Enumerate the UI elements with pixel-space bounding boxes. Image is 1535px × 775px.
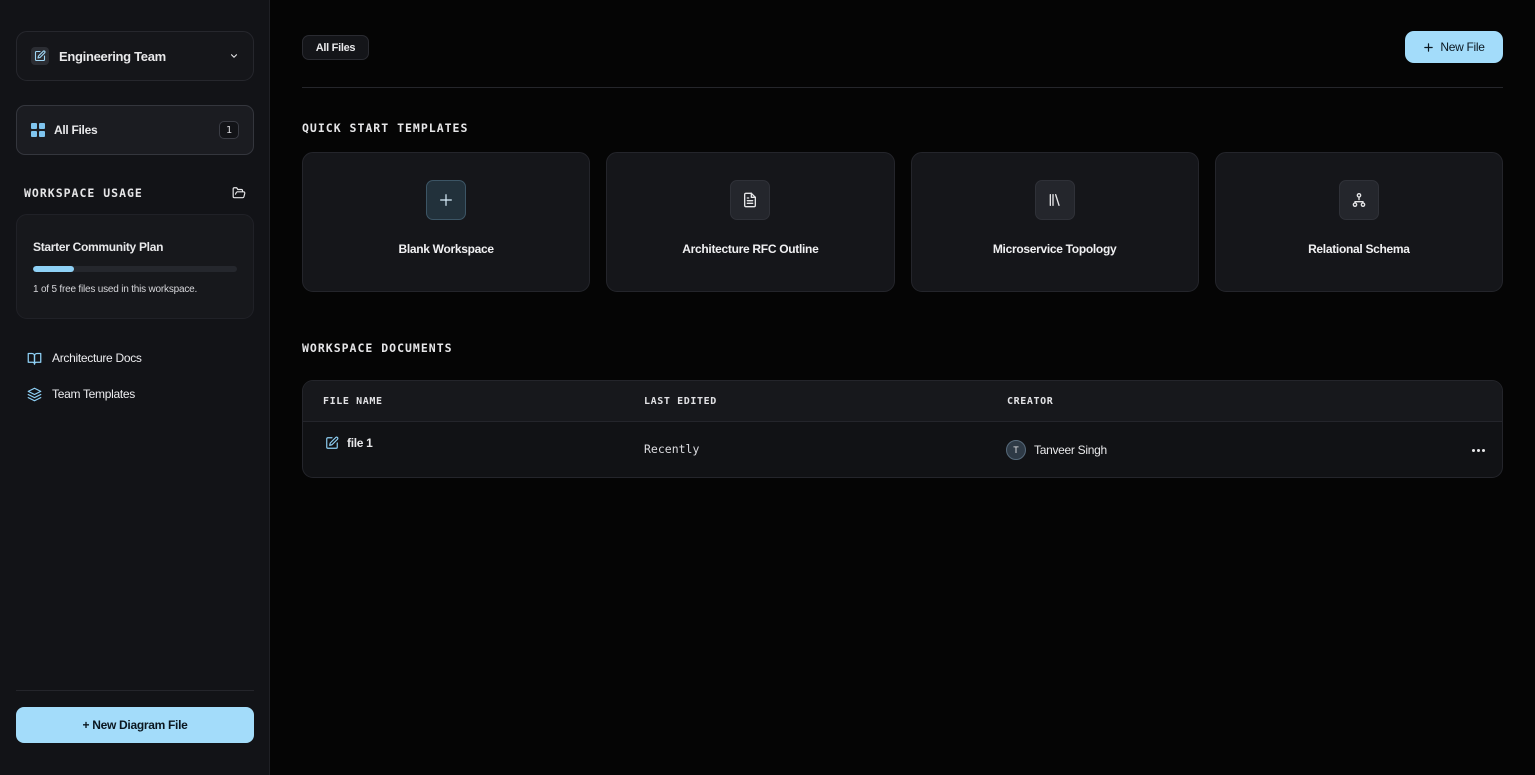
tab-all-files[interactable]: All Files — [302, 35, 369, 60]
creator-cell: T Tanveer Singh — [1006, 440, 1107, 460]
column-header-creator: CREATOR — [1007, 396, 1054, 407]
sidebar: Engineering Team All Files 1 WORKSPACE U… — [0, 0, 270, 775]
template-label: Microservice Topology — [992, 242, 1117, 256]
template-label: Relational Schema — [1308, 242, 1410, 256]
usage-progress-fill — [33, 266, 74, 272]
creator-name: Tanveer Singh — [1034, 443, 1107, 457]
file-name: file 1 — [347, 436, 373, 450]
team-switcher[interactable]: Engineering Team — [16, 31, 254, 81]
template-card-blank-workspace[interactable]: Blank Workspace — [302, 152, 591, 292]
sidebar-item-label: Team Templates — [52, 387, 135, 401]
file-name-cell[interactable]: file 1 — [325, 436, 373, 450]
usage-note: 1 of 5 free files used in this workspace… — [33, 284, 198, 295]
edit-square-icon — [31, 47, 49, 65]
sidebar-item-label: Architecture Docs — [52, 351, 142, 365]
plus-icon — [426, 180, 467, 220]
edit-file-icon — [326, 436, 339, 449]
chevron-down-icon — [230, 54, 238, 58]
template-card-architecture-rfc[interactable]: Architecture RFC Outline — [606, 152, 895, 292]
avatar: T — [1006, 440, 1026, 460]
layers-icon — [27, 387, 42, 401]
template-card-relational-schema[interactable]: Relational Schema — [1214, 152, 1503, 292]
library-icon — [1034, 180, 1075, 220]
document-icon — [730, 180, 771, 220]
new-file-button[interactable]: New File — [1405, 31, 1503, 63]
templates-section-title: QUICK START TEMPLATES — [302, 121, 469, 135]
documents-table: FILE NAME LAST EDITED CREATOR file 1 Rec… — [302, 380, 1503, 478]
plan-name: Starter Community Plan — [33, 240, 164, 254]
file-count-badge: 1 — [219, 121, 239, 139]
documents-section-title: WORKSPACE DOCUMENTS — [302, 341, 453, 355]
sidebar-item-team-templates[interactable]: Team Templates — [27, 384, 142, 404]
book-open-icon — [27, 352, 42, 365]
sidebar-item-all-files[interactable]: All Files 1 — [16, 105, 254, 155]
plan-card: Starter Community Plan 1 of 5 free files… — [16, 214, 254, 319]
team-name: Engineering Team — [59, 48, 166, 64]
grid-icon — [31, 123, 45, 137]
template-label: Architecture RFC Outline — [682, 242, 819, 256]
last-edited-cell: Recently — [644, 442, 699, 456]
sidebar-item-architecture-docs[interactable]: Architecture Docs — [27, 348, 142, 368]
table-row[interactable]: file 1 Recently T Tanveer Singh — [303, 422, 1502, 477]
network-icon — [1338, 180, 1379, 220]
divider — [16, 690, 254, 691]
divider — [302, 87, 1503, 88]
new-file-label: New File — [1440, 40, 1485, 54]
usage-progress-bar — [33, 266, 237, 272]
column-header-file-name: FILE NAME — [323, 396, 383, 407]
template-card-microservice-topology[interactable]: Microservice Topology — [910, 152, 1199, 292]
table-header: FILE NAME LAST EDITED CREATOR — [303, 381, 1502, 422]
sidebar-links: Architecture Docs Team Templates — [27, 348, 142, 420]
templates-grid: Blank Workspace Architecture RFC Outline… — [302, 152, 1503, 292]
sidebar-item-label: All Files — [54, 123, 98, 137]
workspace-usage-header: WORKSPACE USAGE — [24, 186, 246, 200]
column-header-last-edited: LAST EDITED — [644, 396, 717, 407]
workspace-usage-title: WORKSPACE USAGE — [24, 186, 143, 200]
folder-open-icon[interactable] — [232, 186, 246, 200]
plus-icon — [1424, 42, 1434, 52]
template-label: Blank Workspace — [398, 242, 494, 256]
last-edited: Recently — [644, 442, 700, 456]
new-diagram-file-button[interactable]: + New Diagram File — [16, 707, 254, 743]
more-options-icon[interactable] — [1469, 440, 1487, 460]
